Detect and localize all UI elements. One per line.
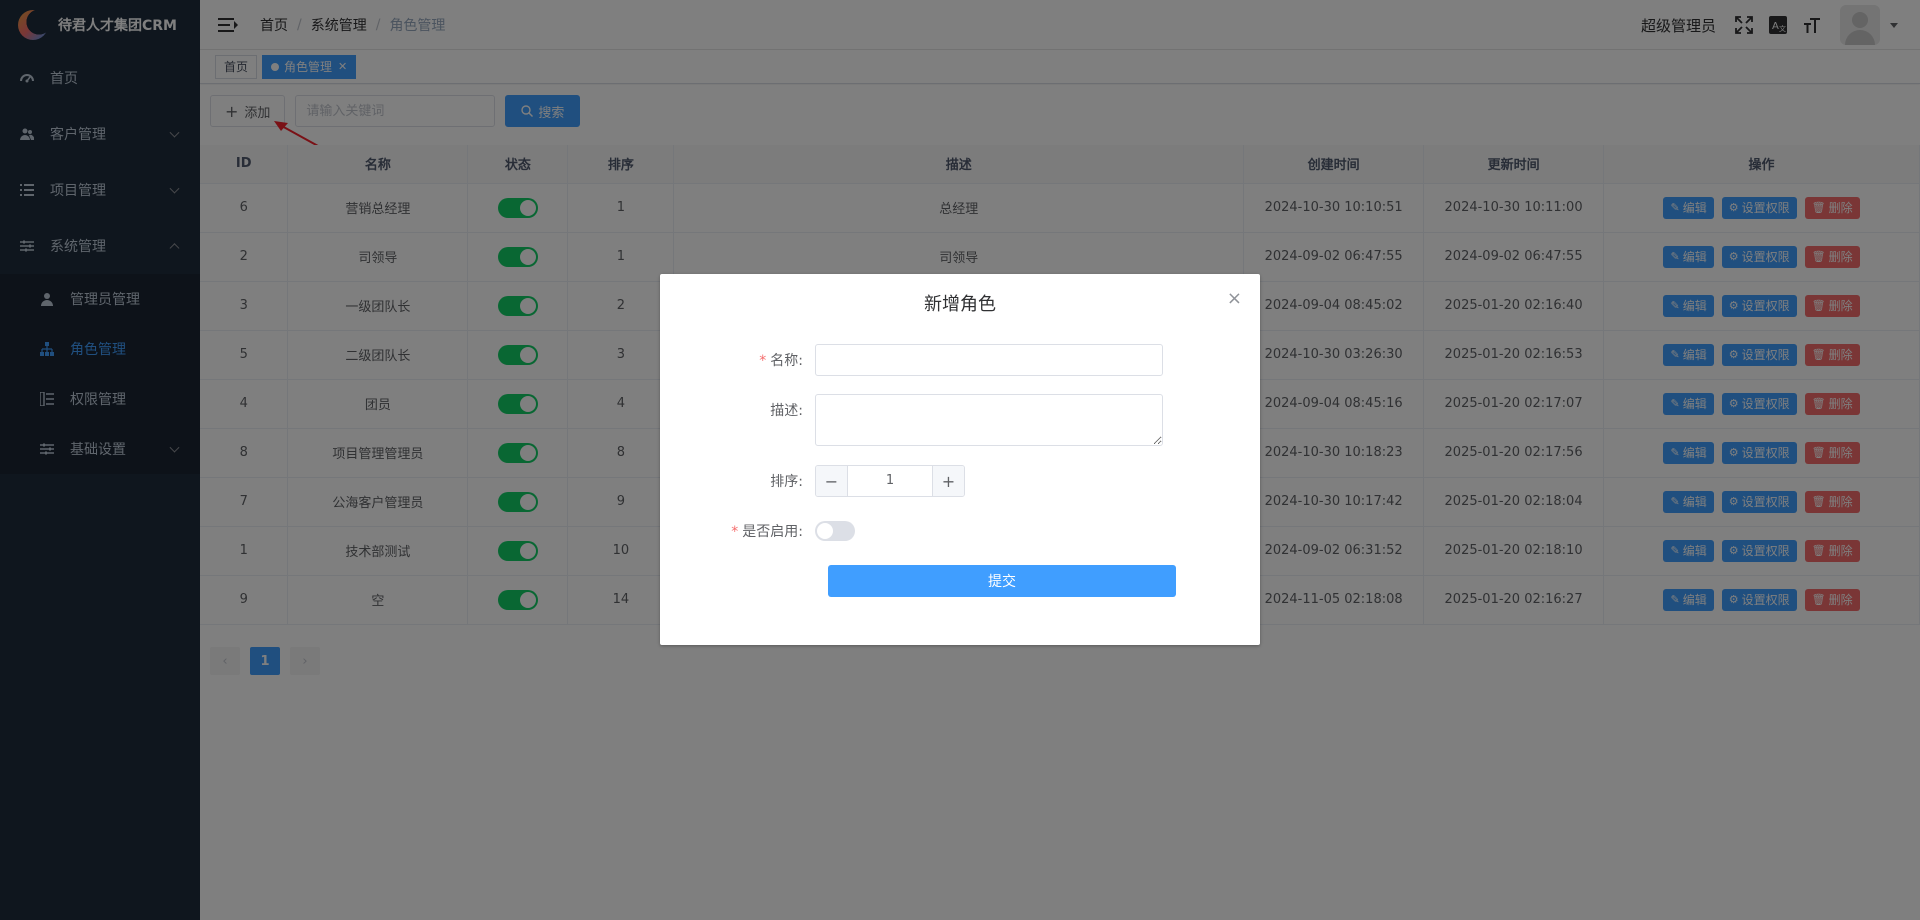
form-row-desc: 描述: bbox=[660, 394, 1163, 446]
add-role-dialog: 新增角色 × * 名称: 描述: 排序: − 1 + * 是否启用: 提交 bbox=[660, 274, 1260, 645]
form-row-sort: 排序: − 1 + bbox=[660, 465, 965, 497]
form-row-name: * 名称: bbox=[660, 344, 1163, 376]
sort-stepper: − 1 + bbox=[815, 465, 965, 497]
label-text: 是否启用: bbox=[742, 524, 803, 540]
form-label: * 是否启用: bbox=[731, 524, 803, 540]
dialog-title: 新增角色 bbox=[924, 294, 996, 315]
sort-value[interactable]: 1 bbox=[848, 466, 932, 496]
label-text: 描述: bbox=[770, 403, 803, 419]
enabled-toggle[interactable] bbox=[815, 521, 855, 541]
label-text: 排序: bbox=[770, 474, 803, 490]
name-field[interactable] bbox=[815, 344, 1163, 376]
submit-button[interactable]: 提交 bbox=[828, 565, 1176, 597]
form-label: 描述: bbox=[660, 394, 815, 420]
decrease-button[interactable]: − bbox=[816, 466, 848, 496]
close-icon[interactable]: × bbox=[1227, 288, 1242, 309]
increase-button[interactable]: + bbox=[932, 466, 964, 496]
form-label: 排序: bbox=[660, 471, 815, 491]
form-row-enabled: * 是否启用: bbox=[660, 521, 855, 541]
form-label: * 名称: bbox=[759, 353, 803, 369]
description-field[interactable] bbox=[815, 394, 1163, 446]
label-text: 名称: bbox=[770, 353, 803, 369]
